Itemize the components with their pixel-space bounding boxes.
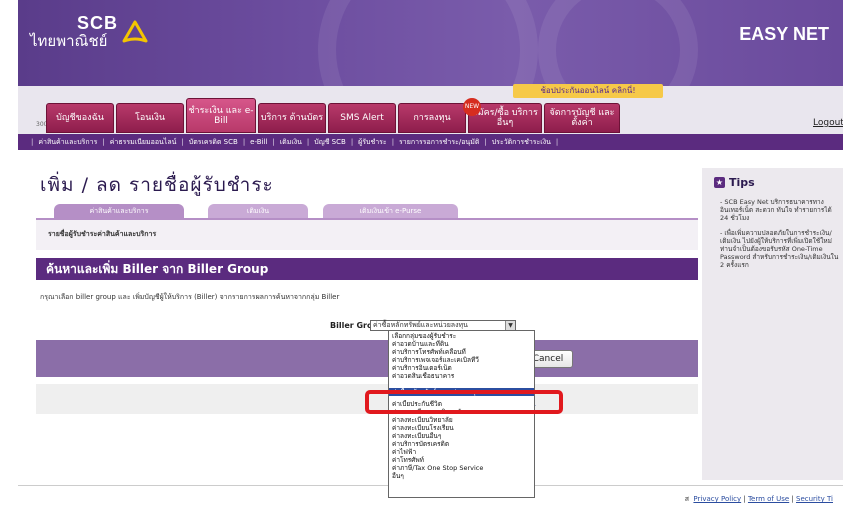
page-title: เพิ่ม / ลด รายชื่อผู้รับชำระ: [40, 174, 274, 196]
tips-title: Tips: [729, 176, 755, 189]
tips-body: - SCB Easy Net บริการธนาคารทางอินเทอร์เน…: [720, 198, 840, 276]
subnav-item-topup[interactable]: เติมเงิน: [280, 137, 302, 148]
tip-item: - เพื่อเพิ่มความปลอดภัยในการชำระเงิน/เติ…: [720, 229, 839, 269]
subtab-goods-services[interactable]: ค่าสินค้าและบริการ: [54, 204, 184, 218]
subnav-item-online-fees[interactable]: ค่าธรรมเนียมออนไลน์: [110, 137, 177, 148]
logout-link[interactable]: Logout: [813, 118, 843, 128]
new-badge: NEW: [463, 98, 481, 116]
subnav-item-history[interactable]: ประวัติการชำระเงิน: [492, 137, 551, 148]
dropdown-option[interactable]: ค่าบริการเพจเจอร์และเคเบิลทีวี: [389, 356, 534, 364]
subnav-item-ebill[interactable]: e-Bill: [250, 138, 267, 146]
privacy-policy-link[interactable]: Privacy Policy: [693, 495, 741, 503]
scb-emblem-icon: [122, 20, 148, 43]
subnav-item-goods-services[interactable]: ค่าสินค้าและบริการ: [38, 137, 97, 148]
dropdown-option[interactable]: ค่าบริการบัตรเครดิต: [389, 440, 534, 448]
divider: |: [242, 138, 246, 146]
tab-label: จัดการบัญชี และตั้งค่า: [549, 108, 615, 128]
tip-item: - SCB Easy Net บริการธนาคารทางอินเทอร์เน…: [720, 198, 832, 222]
subnav-item-scb-credit-card[interactable]: บัตรเครดิต SCB: [189, 137, 238, 148]
tab-label: โอนเงิน: [134, 113, 165, 123]
subnav-item-pending[interactable]: รายการรอการชำระ/อนุมัติ: [399, 137, 479, 148]
action-band: [36, 340, 698, 377]
dropdown-option[interactable]: ค่าโทรศัพท์: [389, 456, 534, 464]
dropdown-option[interactable]: เลือกกลุ่มของผู้รับชำระ: [389, 332, 534, 340]
tips-panel: ★ Tips - SCB Easy Net บริการธนาคารทางอิน…: [702, 168, 843, 480]
security-tips-link[interactable]: Security Ti: [796, 495, 833, 503]
tab-account-settings[interactable]: จัดการบัญชี และตั้งค่า: [544, 103, 620, 133]
chevron-down-icon[interactable]: ▼: [505, 321, 515, 330]
divider: |: [31, 138, 34, 146]
product-name: EASY NET: [739, 24, 829, 44]
tab-label: SMS Alert: [340, 113, 384, 123]
tab-payment-ebill[interactable]: ชำระเงิน และ e-Bill: [186, 98, 256, 133]
biller-group-value: ค่าซื้อหลักทรัพย์และหน่วยลงทุน: [373, 321, 468, 329]
divider: |: [555, 138, 559, 146]
instruction-text: กรุณาเลือก biller group และ เพิ่มบัญชีผู…: [40, 293, 340, 301]
divider: |: [350, 138, 354, 146]
biller-list-panel: รายชื่อผู้รับชำระค่าสินค้าและบริการ: [36, 218, 698, 250]
dropdown-option[interactable]: ค่าอวดสินเชื่อธนาคาร: [389, 372, 534, 380]
dropdown-option[interactable]: ค่าภาษี/Tax One Stop Service: [389, 464, 534, 472]
section-title: ค้นหาและเพิ่ม Biller จาก Biller Group: [36, 258, 698, 280]
dropdown-option[interactable]: อื่นๆ: [389, 472, 534, 480]
divider: |: [272, 138, 275, 146]
sub-navigation: | ค่าสินค้าและบริการ | ค่าธรรมเนียมออนไลน…: [18, 134, 843, 150]
dropdown-option[interactable]: ค่าบริการอินเตอร์เน็ต: [389, 364, 534, 372]
terms-of-use-link[interactable]: Term of Use: [748, 495, 789, 503]
subtab-epurse[interactable]: เติมเงินเข้า e-Purse: [323, 204, 458, 218]
tab-label: ชำระเงิน และ e-Bill: [188, 105, 254, 126]
tab-apply-services[interactable]: NEW สมัคร/ซื้อ บริการอื่นๆ: [463, 98, 542, 133]
main-content: เพิ่ม / ลด รายชื่อผู้รับชำระ ค่าสินค้าแล…: [18, 150, 698, 480]
divider: |: [391, 138, 395, 146]
tab-card-services[interactable]: บริการ ด้านบัตร: [258, 103, 326, 133]
tab-sms-alert[interactable]: SMS Alert: [328, 103, 396, 133]
logo-brand-th: ไทยพาณิชย์: [30, 32, 108, 50]
banner-decoration: [318, 0, 538, 86]
promo-banner[interactable]: ช้อปประกันออนไลน์ คลิกนี่!: [513, 84, 663, 98]
tab-label: บริการ ด้านบัตร: [260, 113, 324, 123]
tips-header: ★ Tips: [714, 176, 755, 189]
header-banner: SCB ไทยพาณิชย์ EASY NET: [18, 0, 843, 86]
logo-brand-en: SCB: [76, 13, 118, 33]
divider: |: [181, 138, 184, 146]
footer-prefix: ส: [684, 495, 689, 503]
subnav-item-scb-account[interactable]: บัญชี SCB: [314, 137, 346, 148]
tab-transfer[interactable]: โอนเงิน: [116, 103, 184, 133]
dropdown-option[interactable]: ค่าบริการโทรศัพท์เคลื่อนที่: [389, 348, 534, 356]
tab-label: บัญชีของฉัน: [56, 113, 104, 123]
dropdown-option[interactable]: ค่าไฟฟ้า: [389, 448, 534, 456]
dropdown-option[interactable]: ค่าลงทะเบียนโรงเรียน: [389, 424, 534, 432]
dropdown-option[interactable]: ค่าลงทะเบียนวิทยาลัย: [389, 416, 534, 424]
biller-group-options[interactable]: เลือกกลุ่มของผู้รับชำระ ค่าอวดบ้านและที่…: [388, 330, 535, 498]
banner-decoration: [538, 0, 698, 86]
dropdown-option[interactable]: ค่าลงทะเบียนอื่นๆ: [389, 432, 534, 440]
star-icon: ★: [714, 177, 725, 188]
dropdown-option[interactable]: ค่าอวดบ้านและที่ดิน: [389, 340, 534, 348]
subnav-item-billers[interactable]: ผู้รับชำระ: [358, 137, 387, 148]
tab-investment[interactable]: การลงทุน: [398, 103, 466, 133]
scb-logo[interactable]: SCB ไทยพาณิชย์: [30, 14, 118, 50]
tab-my-account[interactable]: บัญชีของฉัน: [46, 103, 114, 133]
tab-label: การลงทุน: [413, 113, 451, 123]
page: SCB ไทยพาณิชย์ EASY NET ช้อปประกันออนไลน…: [18, 0, 843, 510]
subtab-topup[interactable]: เติมเงิน: [208, 204, 308, 218]
divider: |: [484, 138, 487, 146]
divider: |: [306, 138, 310, 146]
selection-highlight: [365, 390, 563, 414]
divider: |: [102, 138, 105, 146]
footer-links: ส Privacy Policy | Term of Use | Securit…: [684, 495, 833, 503]
panel-label: รายชื่อผู้รับชำระค่าสินค้าและบริการ: [48, 230, 157, 238]
